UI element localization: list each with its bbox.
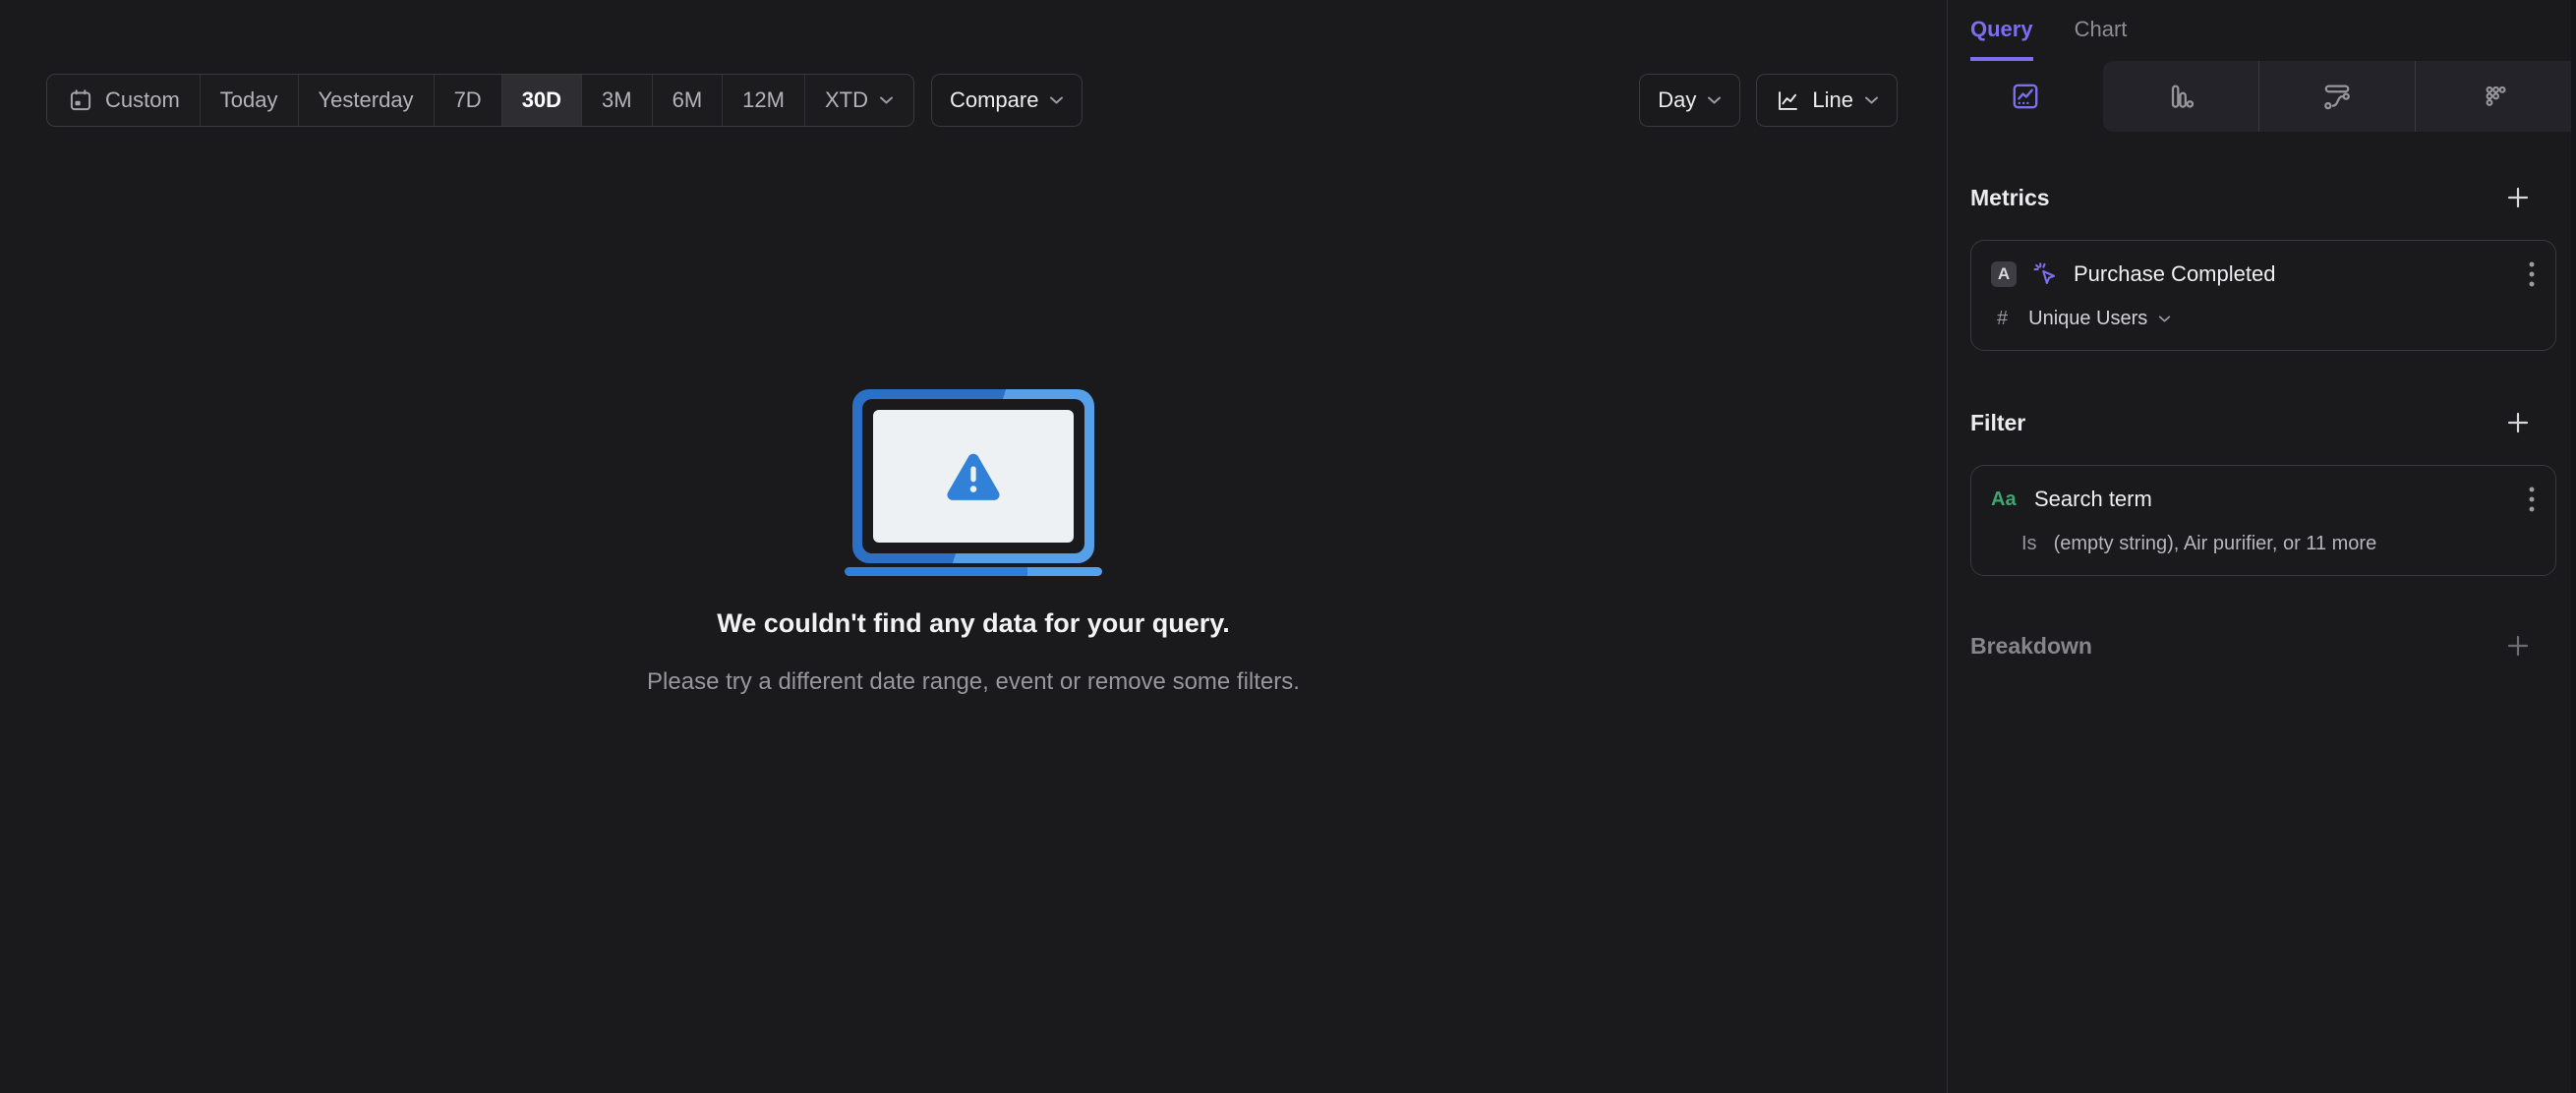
add-filter-button plus-icon[interactable] [2505, 410, 2531, 435]
metrics-header: Metrics [1970, 185, 2556, 210]
date-toolbar: Custom Today Yesterday 7D 30D 3M 6M 12M … [46, 74, 1898, 127]
laptop-base [845, 567, 1102, 576]
main-chart-area: Custom Today Yesterday 7D 30D 3M 6M 12M … [0, 0, 1947, 1093]
empty-state: We couldn't find any data for your query… [0, 389, 1947, 696]
tab-funnels[interactable] [2103, 61, 2258, 132]
aggregation-dropdown[interactable]: Unique Users [2028, 308, 2147, 330]
tab-flows[interactable] [2258, 61, 2415, 132]
chevron-down-icon [879, 95, 894, 105]
series-letter-badge: A [1991, 261, 2017, 287]
laptop-warning-illustration [845, 389, 1102, 576]
tab-insights[interactable] [1948, 61, 2103, 132]
tab-query[interactable]: Query [1970, 0, 2033, 61]
panel-tabs: Query Chart [1948, 0, 2576, 61]
retention-icon [2478, 81, 2509, 112]
string-property-icon: Aa [1991, 488, 2017, 510]
query-panel: Query Chart Metrics A Purchase Completed… [1947, 0, 2576, 1093]
filter-heading: Filter [1970, 409, 2026, 435]
chevron-down-icon [1707, 95, 1722, 105]
empty-state-subtitle: Please try a different date range, event… [647, 668, 1300, 695]
breakdown-heading: Breakdown [1970, 632, 2092, 659]
date-range-segmented-control: Custom Today Yesterday 7D 30D 3M 6M 12M … [46, 74, 914, 127]
breakdown-header: Breakdown [1970, 633, 2556, 659]
calendar-icon [67, 86, 94, 114]
metric-card[interactable]: A Purchase Completed # Unique Users [1970, 240, 2556, 351]
range-label: Custom [105, 87, 180, 112]
range-yesterday[interactable]: Yesterday [299, 75, 435, 126]
range-6m[interactable]: 6M [653, 75, 724, 126]
filter-operator[interactable]: Is [2021, 533, 2037, 555]
range-7d[interactable]: 7D [435, 75, 502, 126]
date-range-controls: Custom Today Yesterday 7D 30D 3M 6M 12M … [46, 74, 1083, 127]
query-builder: Metrics A Purchase Completed # Unique Us… [1948, 132, 2576, 659]
add-breakdown-button plus-icon[interactable] [2505, 633, 2531, 659]
insights-icon [2010, 81, 2041, 112]
report-type-tabs [1948, 61, 2571, 132]
add-metric-button plus-icon[interactable] [2505, 185, 2531, 210]
tab-retention[interactable] [2415, 61, 2571, 132]
chart-controls: Day Line [1639, 74, 1898, 127]
empty-state-title: We couldn't find any data for your query… [717, 608, 1230, 638]
scrollbar-gutter[interactable] [2571, 0, 2576, 1093]
kebab-menu-icon[interactable] [2528, 485, 2536, 514]
chart-type-dropdown[interactable]: Line [1756, 74, 1898, 127]
warning-triangle-icon [945, 450, 1002, 503]
funnels-icon [2165, 81, 2196, 112]
metric-event-name: Purchase Completed [2074, 261, 2276, 286]
event-click-icon [2030, 259, 2060, 289]
metrics-heading: Metrics [1970, 184, 2050, 210]
range-xtd[interactable]: XTD [805, 75, 913, 126]
aggregation-symbol: # [1997, 307, 2009, 329]
range-custom[interactable]: Custom [47, 75, 201, 126]
filter-values-summary[interactable]: (empty string), Air purifier, or 11 more [2054, 533, 2377, 555]
granularity-dropdown[interactable]: Day [1639, 74, 1741, 127]
kebab-menu-icon[interactable] [2528, 259, 2536, 289]
line-chart-icon [1775, 87, 1801, 114]
range-today[interactable]: Today [201, 75, 299, 126]
laptop-screen [873, 410, 1074, 543]
compare-button[interactable]: Compare [930, 74, 1083, 127]
laptop-frame [852, 389, 1094, 563]
tab-chart[interactable]: Chart [2075, 0, 2128, 61]
chevron-down-icon [2158, 315, 2171, 323]
chevron-down-icon [1864, 95, 1879, 105]
range-12m[interactable]: 12M [723, 75, 805, 126]
range-30d-active[interactable]: 30D [501, 75, 583, 126]
filter-card[interactable]: Aa Search term Is (empty string), Air pu… [1970, 465, 2556, 576]
chevron-down-icon [1049, 95, 1064, 105]
filter-property-name: Search term [2034, 487, 2152, 511]
flows-icon [2321, 81, 2353, 112]
range-3m[interactable]: 3M [582, 75, 653, 126]
analytics-app: Custom Today Yesterday 7D 30D 3M 6M 12M … [0, 0, 2576, 1093]
filter-header: Filter [1970, 410, 2556, 435]
